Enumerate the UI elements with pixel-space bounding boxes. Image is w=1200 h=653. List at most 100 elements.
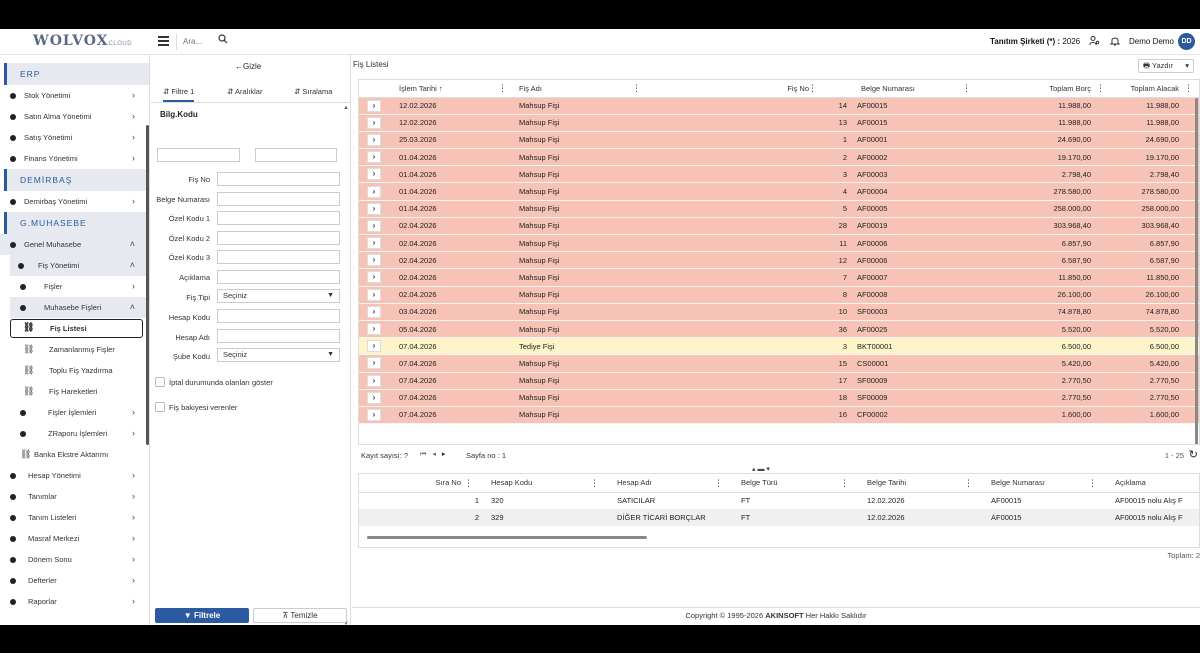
sidebar-item-toplu-yazdirma[interactable]: ⛓ Toplu Fiş Yazdırma: [10, 360, 149, 381]
column-header-belge-numarasi[interactable]: Belge Numarası ⋮: [849, 80, 979, 98]
hide-button[interactable]: ←Gizle: [235, 62, 261, 71]
hesap-adi-input[interactable]: [217, 329, 340, 343]
search-icon[interactable]: [218, 34, 230, 48]
section-erp[interactable]: ERP: [4, 63, 149, 85]
kebab-icon[interactable]: ⋮: [1096, 83, 1105, 94]
sidebar-item-masraf-merkezi[interactable]: Masraf Merkezi ›: [0, 528, 149, 549]
company-label[interactable]: Tanıtım Şirketi (*) : 2026: [990, 37, 1080, 46]
table-row[interactable]: › 12.02.2026 Mahsup Fişi 13 AF00015 11.988,00…: [359, 114, 1199, 132]
tab-araliklar[interactable]: ⇵ Aralıklar: [227, 87, 262, 96]
expand-row-icon[interactable]: ›: [367, 305, 381, 318]
fis-tipi-select[interactable]: Seçiniz ▼: [217, 289, 340, 303]
print-button[interactable]: 🖶 Yazdır ▾: [1138, 59, 1194, 73]
column-header-fis-no-label[interactable]: Fiş No ⋮: [745, 80, 849, 98]
kebab-icon[interactable]: ⋮: [590, 478, 599, 489]
kebab-icon[interactable]: ⋮: [840, 478, 849, 489]
column-header-toplam-borc[interactable]: Toplam Borç ⋮: [979, 80, 1113, 98]
table-row[interactable]: › 07.04.2026 Mahsup Fişi 16 CF00002 1.600,00 1…: [359, 406, 1199, 425]
first-page-icon[interactable]: ⏮: [420, 451, 432, 458]
sidebar-item-donem-sonu[interactable]: Dönem Sonu ›: [0, 549, 149, 570]
kebab-icon[interactable]: ⋮: [498, 83, 507, 94]
table-row[interactable]: › 01.04.2026 Mahsup Fişi 2 AF00002 19.170,00 1…: [359, 148, 1199, 167]
tab-siralama[interactable]: ⇵ Sıralama: [294, 87, 332, 96]
filtrele-button[interactable]: ▼ Filtrele: [155, 608, 249, 623]
sidebar-item-muhasebe-fisleri[interactable]: Muhasebe Fişleri ˄: [10, 297, 149, 318]
kebab-icon[interactable]: ⋮: [714, 478, 723, 489]
column-header-belge-turu[interactable]: Belge Türü ⋮: [731, 474, 857, 493]
sidebar-item-zamanlanmis[interactable]: ⛓ Zamanlanmış Fişler: [10, 339, 149, 360]
iptal-checkbox[interactable]: [155, 377, 165, 387]
column-header-sira-no[interactable]: Sıra No ⋮: [359, 474, 481, 493]
sube-kodu-select[interactable]: Seçiniz ▼: [217, 348, 340, 362]
sidebar-item-genel-muhasebe[interactable]: Genel Muhasebe ˄: [0, 234, 149, 255]
column-header-islem-tarihi[interactable]: İşlem Tarihi ↑ ⋮: [389, 80, 515, 98]
grid-vertical-scrollbar[interactable]: [1195, 98, 1198, 444]
expand-row-icon[interactable]: ›: [367, 99, 381, 112]
sidebar-item-satis[interactable]: Satış Yönetimi ›: [0, 127, 149, 148]
hesap-kodu-input[interactable]: [217, 309, 340, 323]
section-gmuhasebe[interactable]: G.MUHASEBE: [4, 212, 149, 234]
sidebar-item-demirbas[interactable]: Demirbaş Yönetimi ›: [0, 191, 149, 212]
sidebar-item-tanim-listeleri[interactable]: Tanım Listeleri ›: [0, 507, 149, 528]
ozel-kodu-2-input[interactable]: [217, 231, 340, 245]
table-row[interactable]: › 02.04.2026 Mahsup Fişi 7 AF00007 11.850,00 1…: [359, 268, 1199, 287]
column-header-hesap-kodu[interactable]: Hesap Kodu ⋮: [481, 474, 607, 493]
fis-no-input[interactable]: [217, 172, 340, 186]
sidebar-item-fis-yonetimi[interactable]: Fiş Yönetimi ˄: [10, 255, 149, 276]
expand-row-icon[interactable]: ›: [367, 151, 381, 164]
sidebar-item-fis-listesi[interactable]: ⛓ Fiş Listesi: [10, 319, 143, 338]
expand-row-icon[interactable]: ›: [367, 357, 381, 370]
menu-icon[interactable]: [158, 36, 169, 46]
table-row[interactable]: › 02.04.2026 Mahsup Fişi 28 AF00019 303.968,4…: [359, 217, 1199, 236]
column-header-aciklama[interactable]: Açıklama: [1105, 474, 1199, 493]
belge-numarasi-input[interactable]: [217, 192, 340, 206]
table-row[interactable]: › 02.04.2026 Mahsup Fişi 8 AF00008 26.100,00 2…: [359, 286, 1199, 304]
table-row[interactable]: › 12.02.2026 Mahsup Fişi 14 AF00015 11.988,00…: [359, 97, 1199, 115]
avatar[interactable]: DD: [1178, 33, 1195, 50]
table-row[interactable]: › 01.04.2026 Mahsup Fişi 3 AF00003 2.798,40 2.…: [359, 165, 1199, 184]
expand-row-icon[interactable]: ›: [367, 202, 381, 215]
temizle-button[interactable]: ⊼ Temizle: [253, 608, 347, 623]
sidebar-item-banka-ekstre[interactable]: ⛓ Banka Ekstre Aktarımı: [0, 444, 149, 465]
sidebar-item-zraporu[interactable]: ZRaporu İşlemleri ›: [10, 423, 149, 444]
section-demirbas[interactable]: DEMİRBAŞ: [4, 169, 149, 191]
tab-filtre-1[interactable]: ⇵ Filtre 1: [163, 87, 195, 102]
detail-row[interactable]: 1 320 SATICILAR FT 12.02.2026 AF00015 AF00015 …: [359, 492, 1199, 509]
table-row[interactable]: › 05.04.2026 Mahsup Fişi 36 AF00025 5.520,00 5…: [359, 320, 1199, 339]
column-header-belge-tarihi[interactable]: Belge Tarihi ⋮: [857, 474, 981, 493]
search-input[interactable]: [183, 35, 213, 47]
sidebar-item-tanimlar[interactable]: Tanımlar ›: [0, 486, 149, 507]
table-row[interactable]: › 07.04.2026 Mahsup Fişi 15 CS00001 5.420,00 5…: [359, 354, 1199, 373]
sidebar-item-raporlar[interactable]: Raporlar ›: [0, 591, 149, 612]
detail-row[interactable]: 2 329 DİĞER TİCARİ BORÇLAR FT 12.02.2026 AF00…: [359, 509, 1199, 526]
column-header-fis-no[interactable]: [711, 80, 745, 98]
table-row[interactable]: › 07.04.2026 Mahsup Fişi 18 SF00009 2.770,50 2…: [359, 389, 1199, 407]
sidebar-item-finans[interactable]: Finans Yönetimi ›: [0, 148, 149, 169]
expand-row-icon[interactable]: ›: [367, 408, 381, 421]
table-row[interactable]: › 03.04.2026 Mahsup Fişi 10 SF00003 74.878,80…: [359, 303, 1199, 321]
sidebar-item-fisler-islemleri[interactable]: Fişler İşlemleri ›: [10, 402, 149, 423]
user-name[interactable]: Demo Demo: [1129, 37, 1174, 46]
table-row[interactable]: › 01.04.2026 Mahsup Fişi 5 AF00005 258.000,00…: [359, 200, 1199, 218]
sidebar-item-fis-hareketleri[interactable]: ⛓ Fiş Hareketleri: [10, 381, 149, 402]
bell-icon[interactable]: [1109, 35, 1121, 49]
table-row[interactable]: › 07.04.2026 Mahsup Fişi 17 SF00009 2.770,50 2…: [359, 372, 1199, 390]
sidebar-item-defterler[interactable]: Defterler ›: [0, 570, 149, 591]
pager-controls[interactable]: ⏮◂▸: [420, 450, 451, 459]
expand-row-icon[interactable]: ›: [367, 288, 381, 301]
expand-row-icon[interactable]: ›: [367, 237, 381, 250]
kebab-icon[interactable]: ⋮: [1088, 478, 1097, 489]
table-row[interactable]: › 07.04.2026 Tediye Fişi 3 BKT00001 6.500,00 6…: [359, 337, 1199, 356]
table-row[interactable]: › 01.04.2026 Mahsup Fişi 4 AF00004 278.580,00…: [359, 182, 1199, 201]
sidebar-item-satinalma[interactable]: Satın Alma Yönetimi ›: [0, 106, 149, 127]
user-key-icon[interactable]: [1089, 35, 1100, 49]
column-header-belge-numarasi[interactable]: Belge Numarası ⋮: [981, 474, 1105, 493]
table-row[interactable]: › 25.03.2026 Mahsup Fişi 1 AF00001 24.690,00 2…: [359, 131, 1199, 150]
expand-row-icon[interactable]: ›: [367, 340, 381, 353]
expand-row-icon[interactable]: ›: [367, 323, 381, 336]
kebab-icon[interactable]: ⋮: [1184, 83, 1193, 94]
sidebar-scrollbar[interactable]: [146, 125, 149, 445]
sidebar-item-stok[interactable]: Stok Yönetimi ›: [0, 85, 149, 106]
detail-horizontal-scrollbar[interactable]: [367, 536, 647, 539]
bilg-kodu-to-input[interactable]: [255, 148, 337, 162]
